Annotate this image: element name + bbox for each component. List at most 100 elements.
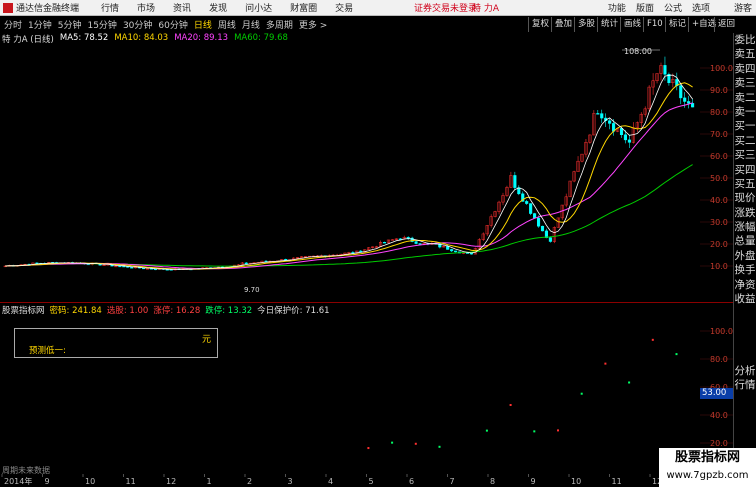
- time-label: 3: [288, 477, 293, 486]
- sidebar-item-17: 净资: [734, 278, 756, 291]
- menu-gongshi[interactable]: 公式: [664, 1, 682, 14]
- forecast-low-label: 预测低一:: [29, 346, 66, 356]
- period-15min[interactable]: 15分钟: [87, 18, 116, 31]
- candle-body: [130, 267, 134, 269]
- price-tick: 60.0: [710, 152, 728, 161]
- sidebar-item-19: [734, 306, 756, 320]
- time-label: 4: [328, 477, 333, 486]
- huaxian-button[interactable]: 画线: [620, 17, 644, 32]
- ma-info-line: 特 力A (日线) MA5: 78.52 MA10: 84.03 MA20: 8…: [0, 33, 288, 46]
- sidebar-item-4: 卖二: [734, 91, 756, 104]
- period-daily[interactable]: 日线: [194, 18, 212, 31]
- menu-xuanxiang[interactable]: 选项: [692, 1, 710, 14]
- period-more[interactable]: 更多 >: [299, 18, 327, 31]
- f10-button[interactable]: F10: [643, 17, 666, 32]
- time-label: 10: [571, 477, 581, 486]
- menu-zixun[interactable]: 资讯: [173, 1, 191, 14]
- candle-body: [691, 103, 695, 108]
- price-tick: 40.0: [710, 196, 728, 205]
- indicator-dot: [391, 441, 394, 444]
- candle-body: [118, 265, 122, 268]
- sidebar-item-23[interactable]: 分析: [734, 364, 756, 378]
- period-1min[interactable]: 1分钟: [28, 18, 52, 31]
- yuan-label: 元: [201, 335, 211, 345]
- time-label: 2: [247, 477, 252, 486]
- candle-body: [414, 241, 418, 244]
- ma20-value: MA20: 89.13: [174, 33, 229, 43]
- kline-chart[interactable]: 100.0 90.0 80.0 70.0 60.0 50.0 40.0 30.0 20.0 10.…: [0, 46, 733, 301]
- ma5-line: [5, 74, 693, 270]
- sidebar-item-5: 卖一: [734, 105, 756, 118]
- time-label: 9: [45, 477, 50, 486]
- menu-faxian[interactable]: 发现: [209, 1, 227, 14]
- candle-body: [525, 201, 529, 204]
- indicator-dot: [628, 381, 631, 384]
- price-tick: 30.0: [710, 218, 728, 227]
- time-label: 2014年: [4, 476, 32, 486]
- price-tick: 20.0: [710, 240, 728, 249]
- candle-body: [679, 85, 683, 99]
- xuangu-value: 选股: 1.00: [106, 306, 149, 316]
- login-warning[interactable]: 证券交易未登录: [414, 1, 477, 14]
- candle-body: [623, 134, 628, 141]
- sidebar-item-16: 换手: [734, 264, 756, 277]
- menu-banmian[interactable]: 版面: [636, 1, 654, 14]
- menu-shichang[interactable]: 市场: [137, 1, 155, 14]
- top-menu-bar: 通达信金融终端 行情 市场 资讯 发现 问小达 财富圈 交易 证券交易未登录 特…: [0, 0, 756, 16]
- indicator-tick: 100.0: [710, 327, 733, 336]
- back-button[interactable]: 返回: [714, 17, 738, 32]
- forecast-panel: 元 预测低一:: [14, 328, 218, 358]
- sidebar-item-3: 卖三: [734, 77, 756, 90]
- stock-period-label: 特 力A (日线): [2, 35, 54, 45]
- indicator-dot: [509, 404, 512, 407]
- time-label: 12: [166, 477, 176, 486]
- guest-label[interactable]: 游客: [734, 1, 752, 14]
- indicator-dot: [367, 447, 370, 450]
- period-fenshi[interactable]: 分时: [4, 18, 22, 31]
- ma60-value: MA60: 79.68: [234, 33, 288, 43]
- high-price-label: 108.00: [624, 47, 652, 56]
- period-60min[interactable]: 60分钟: [158, 18, 187, 31]
- price-tick: 80.0: [710, 108, 728, 117]
- stock-name-title: 特 力A: [472, 4, 500, 14]
- candle-body: [529, 203, 533, 214]
- tongji-button[interactable]: 统计: [597, 17, 621, 32]
- menu-gongneng[interactable]: 功能: [608, 1, 626, 14]
- fuquan-button[interactable]: 复权: [528, 17, 552, 32]
- duogu-button[interactable]: 多股: [574, 17, 598, 32]
- biaoji-button[interactable]: 标记: [665, 17, 689, 32]
- candle-body: [600, 113, 604, 119]
- indicator-tick: 40.0: [710, 411, 728, 420]
- menu-wenxiaoda[interactable]: 问小达: [245, 1, 272, 14]
- indicator-dot: [438, 445, 441, 448]
- indicator-dot: [485, 429, 488, 432]
- period-5min[interactable]: 5分钟: [58, 18, 82, 31]
- menu-jiaoyi[interactable]: 交易: [335, 1, 353, 14]
- candle-body: [683, 97, 687, 102]
- sidebar-item-0: 委比: [734, 34, 756, 46]
- period-monthly[interactable]: 月线: [242, 18, 260, 31]
- time-label: 5: [369, 477, 374, 486]
- period-weekly[interactable]: 周线: [218, 18, 236, 31]
- time-label: 8: [490, 477, 495, 486]
- candle-body: [244, 262, 248, 264]
- indicator-dot: [675, 353, 678, 356]
- time-label: 10: [85, 477, 95, 486]
- candle-body: [687, 101, 691, 104]
- current-price-box: 53.00: [700, 388, 733, 399]
- period-30min[interactable]: 30分钟: [123, 18, 152, 31]
- indicator-dot: [651, 338, 654, 341]
- diejia-button[interactable]: 叠加: [551, 17, 575, 32]
- indicator-tick: 20.0: [710, 439, 728, 448]
- indicator-name[interactable]: 股票指标网: [2, 304, 45, 316]
- app-window: 通达信金融终端 行情 市场 资讯 发现 问小达 财富圈 交易 证券交易未登录 特…: [0, 0, 756, 487]
- sidebar-item-11: 现价: [734, 192, 756, 205]
- indicator-dot: [604, 362, 607, 365]
- baohu-value: 今日保护价: 71.61: [257, 306, 330, 316]
- menu-hangqing[interactable]: 行情: [101, 1, 119, 14]
- menu-caifuquan[interactable]: 财富圈: [290, 1, 317, 14]
- sidebar-item-24[interactable]: 行情: [734, 378, 756, 392]
- sidebar-item-15: 外盘: [734, 249, 756, 262]
- time-label: 11: [126, 477, 136, 486]
- period-multi[interactable]: 多周期: [266, 18, 293, 31]
